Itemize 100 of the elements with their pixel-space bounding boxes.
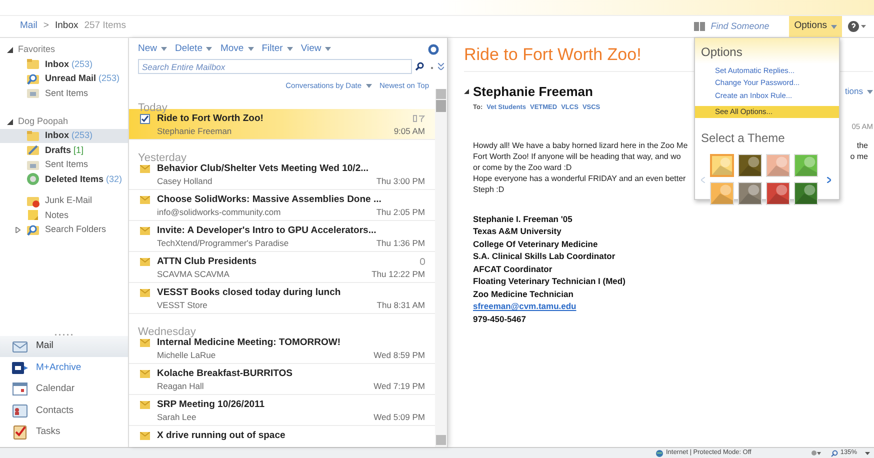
message-item[interactable]: Choose SolidWorks: Massive Assemblies Done ... info@solidworks-community.com Thu 2:05 PM [129,190,435,222]
magnifier-icon [831,450,838,456]
search-icon[interactable] [415,62,424,71]
received-time: 9:05 AM [394,125,425,138]
envelope-icon [140,226,150,235]
module-nav-item[interactable]: M+Archive [0,357,128,378]
item-count: 257 Items [84,19,126,34]
folder-item[interactable]: Sent Items [0,158,128,172]
search-field[interactable]: Search Entire Mailbox [138,59,412,74]
folder-item[interactable]: Unread Mail (253) [0,72,128,86]
expanded-triangle-icon[interactable] [7,118,13,124]
message-item[interactable]: VESST Books closed today during lunch VESST Store Thu 8:31 AM [129,283,435,314]
checked-envelope-icon [140,114,150,124]
find-someone-link[interactable]: Find Someone [710,20,770,34]
settings-icon[interactable] [811,450,822,456]
message-item[interactable]: SRP Meeting 10/26/2011 Sarah Lee Wed 5:09 PM [129,395,435,426]
sender-name: Stephanie Freeman [157,125,232,138]
expanded-triangle-icon[interactable] [7,47,13,53]
toolbar-menu-button[interactable]: New [138,42,168,56]
received-time: Thu 8:31 AM [376,299,425,312]
breadcrumb-folder: Inbox [54,19,78,34]
sender-name: Stephanie Freeman [473,83,593,101]
toolbar-menu-button[interactable]: Delete [175,42,212,56]
module-nav-item[interactable]: Mail [0,336,128,357]
folder-item[interactable]: Inbox (253) [0,128,128,143]
breadcrumb-link[interactable]: Mail [20,19,38,34]
clipboard-check-icon [12,424,28,440]
body-text-line: Howdy all! We have a baby horned lizard here in the Zoo Me [473,140,688,150]
envelope-icon [140,164,150,173]
body-text-line: the [856,140,868,150]
address-book-icon [694,21,705,32]
calendar-icon [12,381,28,398]
received-time: Thu 12:22 PM [372,268,425,282]
options-menu-button[interactable]: Options [789,16,842,37]
flag-icon[interactable] [413,115,425,122]
received-time: Thu 1:36 PM [376,237,425,250]
collapse-triangle-icon[interactable] [464,89,469,94]
signature-line: College Of Veterinary Medicine [473,238,599,250]
module-nav-item[interactable]: Tasks [0,422,128,443]
envelope-icon [140,432,150,440]
toolbar-menu-button[interactable]: Filter [262,42,293,56]
email-link[interactable]: sfreeman@cvm.tamu.edu [473,301,576,311]
body-text-line: Fort Worth Zoo! If anyone will be heading that way, and wo [473,150,681,162]
folder-item[interactable]: Notes [0,208,128,222]
envelope-icon [140,258,150,266]
module-nav-item[interactable]: Contacts [0,400,128,422]
actions-menu[interactable]: tions [845,85,873,98]
folder-item[interactable]: Junk E-Mail [0,194,128,208]
scrollbar[interactable] [435,89,447,447]
folder-group-label[interactable]: Dog Poopah [18,114,68,128]
body-text-line: o me [850,150,868,162]
envelope-icon [140,288,150,297]
signature-line: S.A. Clinical Skills Lab Coordinator [473,250,616,262]
message-item[interactable]: ATTN Club Presidents SCAVMA SCAVMA Thu 12:22 PM [129,252,435,284]
sender-name: SCAVMA SCAVMA [157,268,230,282]
sender-name: info@solidworks-community.com [157,206,281,220]
module-nav-item[interactable]: Calendar [0,378,128,400]
folder-item[interactable]: Deleted Items (32) [0,172,128,186]
help-icon[interactable] [848,21,866,32]
archive-icon [12,360,28,376]
expand-icon[interactable] [438,63,444,70]
resize-grip-icon[interactable] [55,332,73,336]
envelope-icon [140,400,150,409]
sender-name: Casey Holland [157,175,212,188]
received-time: Wed 5:09 PM [374,411,425,424]
message-item[interactable]: Invite: A Developer's Intro to GPU Accelerators... TechXtend/Programmer's Paradise Thu 1:36 PM [129,221,435,252]
folder-item[interactable]: Inbox (253) [0,57,128,72]
folder-item[interactable]: Sent Items [0,86,128,100]
breadcrumb-separator: > [43,19,49,34]
folder-group-label[interactable]: Favorites [18,43,56,57]
message-item[interactable]: Kolache Breakfast-BURRITOS Reagan Hall Wed 7:19 PM [129,364,435,396]
signature-line: AFCAT Coordinator [473,262,554,275]
toolbar-menu-button[interactable]: View [300,42,332,56]
received-time: Thu 2:05 PM [376,206,425,220]
magnifier-icon [26,222,40,237]
toolbar-menu-button[interactable]: Move [220,42,254,56]
collapsed-triangle-icon[interactable] [15,226,21,233]
signature-line: 979-450-5467 [473,312,527,325]
folder-icon [26,128,40,143]
received-time: Thu 3:00 PM [376,175,425,188]
menu-heading: Select a Theme [701,131,785,145]
body-text-line: Hope everyone has a wonderful FRIDAY and an even better [473,172,686,184]
sent-folder-icon [26,86,40,100]
sender-name: Sarah Lee [157,411,196,424]
sender-name: Michelle LaRue [157,349,216,362]
signature-line: Zoo Medicine Technician [473,288,574,300]
sender-name: TechXtend/Programmer's Paradise [157,237,289,250]
received-time: Wed 8:59 PM [374,349,425,362]
folder-item[interactable]: Drafts [1] [0,143,128,158]
body-text-line: or come by the Zoo ward :D [473,162,572,172]
folder-icon [26,57,40,72]
signature-line: Floating Veterinary Technician I (Med) [473,275,626,288]
received-time: Wed 7:19 PM [374,380,425,394]
envelope-icon [140,338,150,347]
folder-item[interactable]: Search Folders [0,222,128,237]
message-subject: Ride to Fort Worth Zoo! [464,44,642,66]
menu-heading: Options [701,45,742,59]
sender-name: VESST Store [157,299,208,312]
envelope-icon [140,370,150,378]
globe-icon [656,450,663,456]
